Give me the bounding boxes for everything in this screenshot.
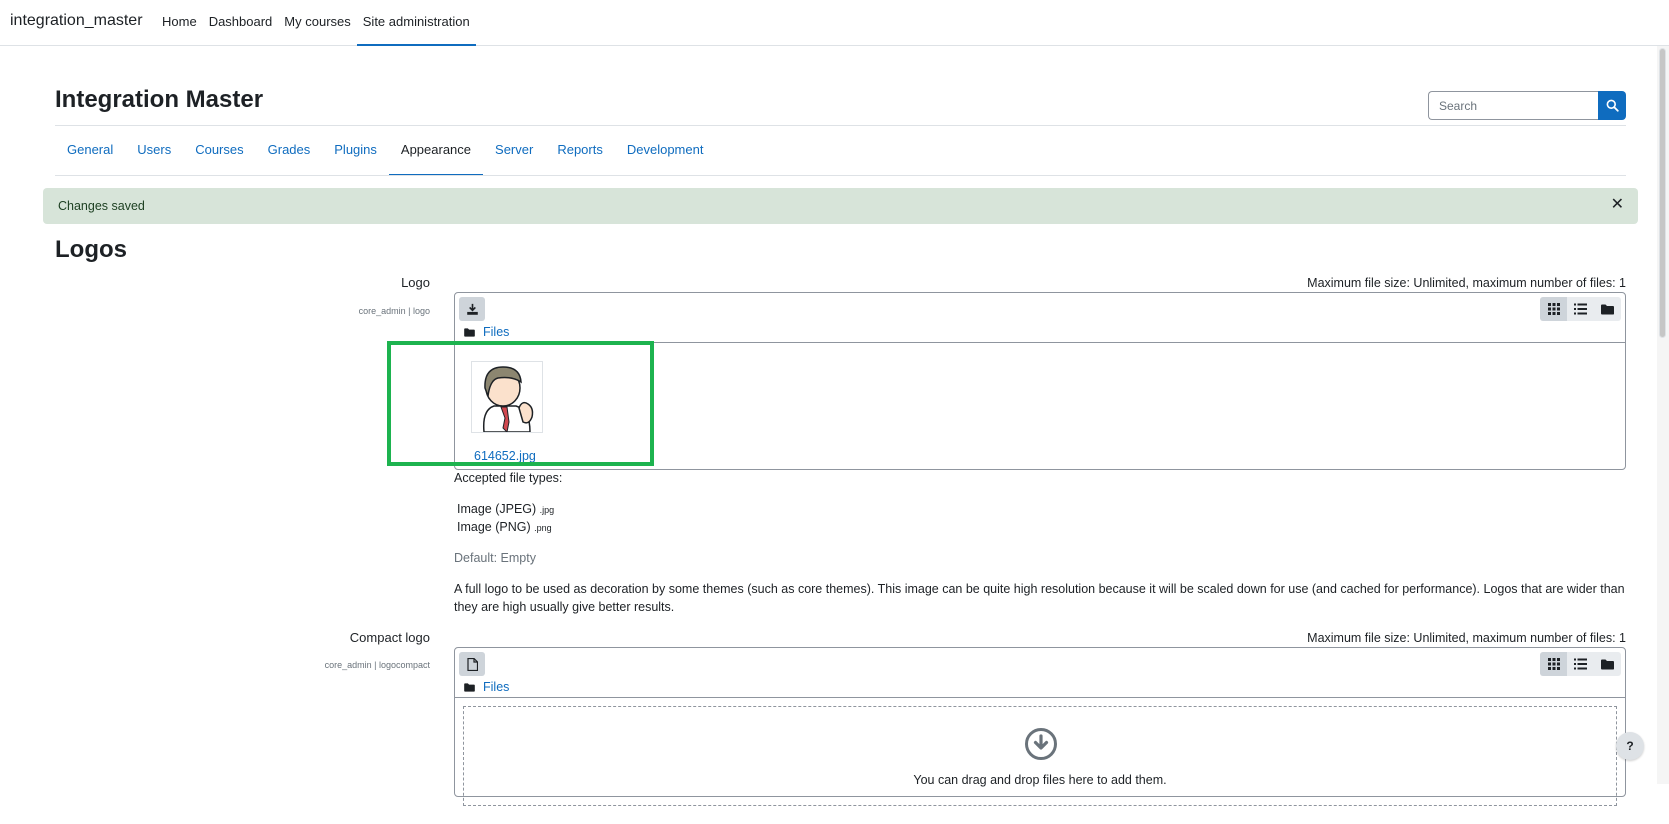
tab-development[interactable]: Development [615, 130, 716, 176]
accepted-type-png: Image (PNG) .png [457, 520, 552, 534]
tab-appearance[interactable]: Appearance [388, 130, 484, 176]
file-manager-content: You can drag and drop files here to add … [455, 698, 1625, 824]
file-manager-toolbar: Files [455, 648, 1625, 698]
close-icon[interactable]: ✕ [1611, 197, 1624, 213]
scrollbar-thumb[interactable] [1659, 48, 1666, 338]
list-icon [1574, 658, 1587, 670]
nav-dashboard[interactable]: Dashboard [203, 0, 279, 46]
site-brand[interactable]: integration_master [10, 12, 143, 30]
top-navbar: integration_master Home Dashboard My cou… [0, 0, 1669, 46]
tabs-divider [55, 175, 1626, 176]
drop-zone-text: You can drag and drop files here to add … [913, 773, 1167, 787]
tab-reports[interactable]: Reports [545, 130, 615, 176]
admin-tabs: General Users Courses Grades Plugins App… [55, 130, 715, 176]
view-mode-group [1540, 297, 1621, 321]
page-scrollbar[interactable] [1657, 46, 1669, 784]
accepted-type-jpeg: Image (JPEG) .jpg [457, 502, 554, 516]
type-extension: .png [534, 523, 552, 533]
tab-general[interactable]: General [55, 130, 125, 176]
tree-view-button[interactable] [1594, 652, 1621, 676]
folder-icon [464, 327, 475, 337]
type-name: Image (PNG) [457, 520, 531, 534]
search-input[interactable] [1428, 91, 1598, 120]
tab-courses[interactable]: Courses [183, 130, 255, 176]
page-title: Integration Master [55, 86, 264, 113]
success-alert: Changes saved ✕ [43, 188, 1638, 224]
folder-icon [1601, 659, 1614, 669]
header-divider [55, 125, 1626, 126]
folder-icon [464, 682, 475, 692]
file-drop-zone[interactable]: You can drag and drop files here to add … [463, 706, 1617, 806]
logo-setting-label: Logo [401, 275, 430, 290]
alert-message: Changes saved [58, 199, 145, 213]
icon-view-button[interactable] [1540, 652, 1567, 676]
add-file-button[interactable] [459, 652, 485, 676]
compact-logo-max-file-size: Maximum file size: Unlimited, maximum nu… [1307, 631, 1626, 645]
file-icon [466, 657, 478, 671]
list-view-button[interactable] [1567, 297, 1594, 321]
default-value: Default: Empty [454, 551, 536, 565]
compact-logo-file-manager: Files You can drag and drop files here t… [454, 647, 1626, 806]
tab-plugins[interactable]: Plugins [322, 130, 389, 176]
tab-users[interactable]: Users [125, 130, 183, 176]
setting-description: A full logo to be used as decoration by … [454, 582, 1625, 614]
type-name: Image (JPEG) [457, 502, 537, 516]
view-mode-group [1540, 652, 1621, 676]
logo-setting-key: core_admin | logo [358, 306, 430, 316]
tab-grades[interactable]: Grades [256, 130, 323, 176]
grid-icon [1547, 658, 1560, 670]
tab-server[interactable]: Server [483, 130, 545, 176]
section-title: Logos [55, 236, 127, 263]
nav-home[interactable]: Home [156, 0, 203, 46]
files-path-link[interactable]: Files [483, 325, 509, 339]
tree-view-button[interactable] [1594, 297, 1621, 321]
search-button[interactable] [1598, 91, 1626, 120]
accepted-types-label: Accepted file types: [454, 471, 563, 485]
compact-logo-setting-label: Compact logo [349, 630, 430, 645]
download-button[interactable] [459, 297, 485, 321]
file-manager-toolbar: Files [455, 293, 1625, 343]
icon-view-button[interactable] [1540, 297, 1567, 321]
file-path: Files [464, 680, 509, 694]
search-box [1428, 91, 1626, 120]
nav-site-administration[interactable]: Site administration [356, 0, 476, 46]
compact-logo-setting-key: core_admin | logocompact [324, 660, 430, 670]
search-icon [1606, 99, 1619, 112]
type-extension: .jpg [539, 505, 555, 515]
list-view-button[interactable] [1567, 652, 1594, 676]
nav-my-courses[interactable]: My courses [278, 0, 356, 46]
selection-highlight [387, 341, 654, 466]
download-circle-icon [1025, 728, 1057, 760]
help-button[interactable]: ? [1616, 732, 1644, 760]
logo-max-file-size: Maximum file size: Unlimited, maximum nu… [1307, 276, 1626, 290]
file-path: Files [464, 325, 509, 339]
list-icon [1574, 303, 1587, 315]
primary-navigation: Home Dashboard My courses Site administr… [156, 0, 476, 46]
folder-icon [1601, 304, 1614, 314]
files-path-link[interactable]: Files [483, 680, 509, 694]
grid-icon [1547, 303, 1560, 315]
download-icon [466, 303, 478, 315]
